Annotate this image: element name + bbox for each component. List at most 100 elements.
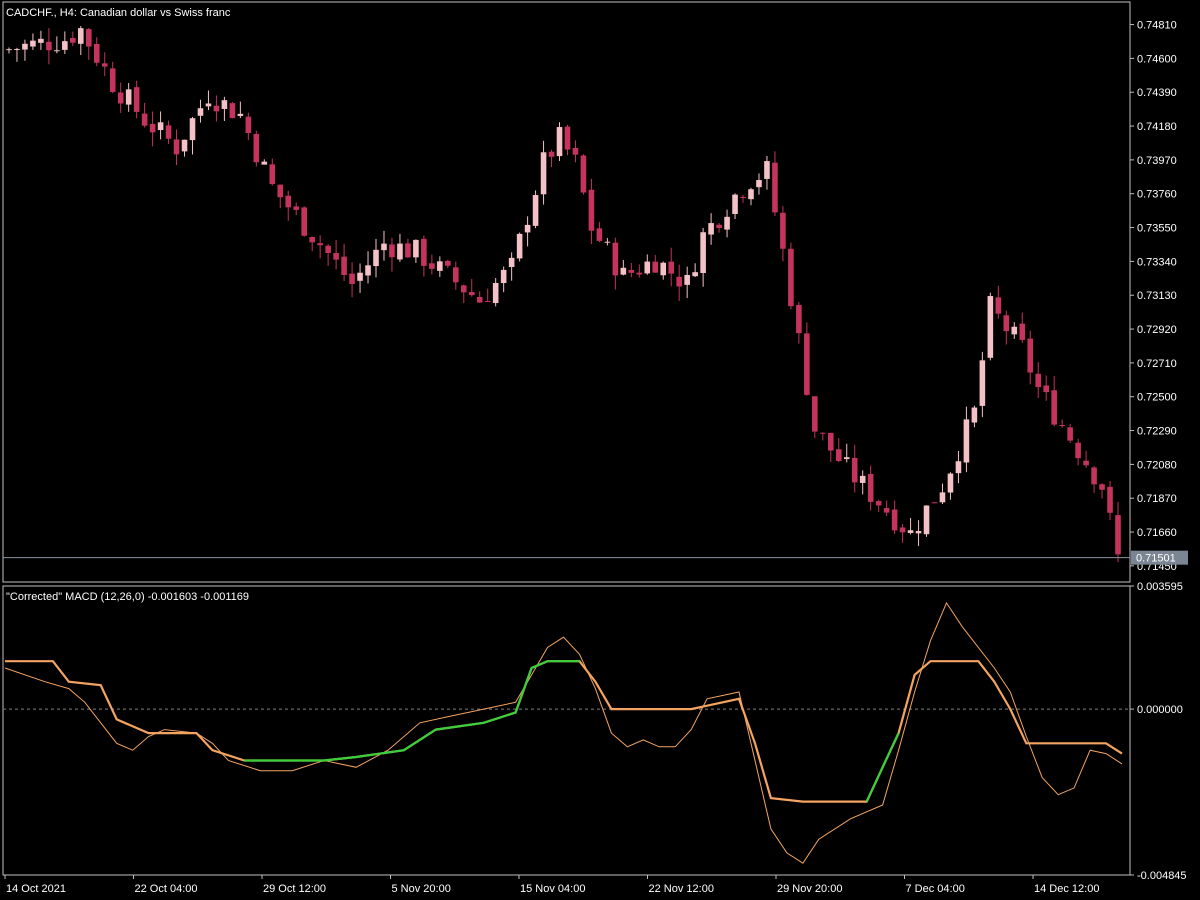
candle-body <box>867 473 874 502</box>
candle-body <box>955 461 962 474</box>
candle-body <box>70 38 76 43</box>
candle-body <box>532 195 539 226</box>
candle-body <box>756 180 762 188</box>
candle <box>804 322 810 396</box>
candle-body <box>851 457 858 483</box>
macd-title: "Corrected" MACD (12,26,0) -0.001603 -0.… <box>6 591 249 603</box>
candle-body <box>229 103 236 119</box>
candle-body <box>516 233 523 259</box>
candle-body <box>405 243 411 258</box>
candle-body <box>293 206 300 210</box>
candle-body <box>38 38 44 43</box>
candle-body <box>971 407 978 423</box>
time-tick-label: 29 Nov 20:00 <box>777 883 842 895</box>
candle-body <box>572 148 579 155</box>
candle-body <box>636 272 643 275</box>
candle-body <box>748 189 754 200</box>
candle-body <box>548 151 555 157</box>
candle-body <box>788 248 794 307</box>
time-tick-label: 7 Dec 04:00 <box>906 883 965 895</box>
price-chart-title: CADCHF., H4: Canadian dollar vs Swiss fr… <box>6 7 231 19</box>
candle-body <box>14 48 20 50</box>
candle-body <box>253 133 260 163</box>
candle-body <box>644 261 651 274</box>
candle-body <box>883 508 890 513</box>
candle-body <box>341 256 347 275</box>
candle-body <box>6 49 12 51</box>
candle-body <box>740 196 746 199</box>
candle-body <box>1027 338 1034 373</box>
chart-background <box>0 0 1200 900</box>
candle-body <box>1051 390 1057 425</box>
candle-body <box>995 297 1002 314</box>
candle-body <box>732 194 738 214</box>
candle-body <box>309 237 315 243</box>
candle-body <box>780 212 786 249</box>
candle-body <box>357 272 363 281</box>
candle-body <box>540 152 547 195</box>
candle-body <box>157 122 164 131</box>
candle-body <box>708 223 714 235</box>
candle-body <box>580 155 587 193</box>
candle <box>556 122 563 161</box>
candle-body <box>437 261 443 271</box>
candle-body <box>827 432 834 451</box>
candle-body <box>349 273 355 285</box>
candle-body <box>269 164 276 185</box>
candle-body <box>764 161 770 179</box>
candle-body <box>1091 467 1097 485</box>
candle-body <box>596 228 603 241</box>
price-tick-label: 0.73130 <box>1137 290 1177 302</box>
candle-body <box>62 41 68 50</box>
time-tick-label: 5 Nov 20:00 <box>392 883 451 895</box>
candle-body <box>381 243 387 251</box>
candle-body <box>1035 373 1042 388</box>
candle-body <box>987 296 994 358</box>
candle-body <box>1011 326 1018 335</box>
candle-body <box>261 161 268 165</box>
candle-body <box>413 239 419 258</box>
candle-body <box>141 113 148 126</box>
candle-body <box>931 502 938 504</box>
candle-body <box>812 396 818 432</box>
candle-body <box>891 509 898 531</box>
candle-body <box>189 118 196 141</box>
candle-body <box>373 249 379 267</box>
candle-body <box>1107 486 1113 513</box>
price-tick-label: 0.74180 <box>1137 121 1177 133</box>
candle-body <box>628 269 635 273</box>
candle-body <box>1099 484 1105 490</box>
candle-body <box>524 224 531 233</box>
candle-body <box>389 244 395 258</box>
candle-body <box>22 43 28 50</box>
candle-body <box>237 113 244 116</box>
candle-body <box>947 473 954 493</box>
candle-body <box>1083 460 1089 466</box>
candle <box>229 101 236 119</box>
time-tick-label: 14 Dec 12:00 <box>1034 883 1099 895</box>
candle <box>987 292 994 361</box>
price-tick-label: 0.72710 <box>1137 358 1177 370</box>
price-tick-label: 0.74810 <box>1137 20 1177 32</box>
candle <box>580 154 587 195</box>
candle-body <box>285 195 292 208</box>
candle-body <box>899 527 906 533</box>
time-tick-label: 15 Nov 04:00 <box>520 883 585 895</box>
candle-body <box>101 63 108 67</box>
candle-body <box>692 272 698 277</box>
candle-body <box>804 333 810 395</box>
candle-body <box>604 241 611 243</box>
candle-body <box>923 505 930 535</box>
candle-body <box>684 274 690 285</box>
price-tick-label: 0.74390 <box>1137 87 1177 99</box>
candle-body <box>445 260 451 266</box>
candle-body <box>652 261 659 273</box>
macd-tick-label: 0.003595 <box>1137 581 1183 593</box>
candle-body <box>429 263 435 269</box>
price-tick-label: 0.73340 <box>1137 256 1177 268</box>
trading-chart[interactable]: 0.74810 0.74600 0.74390 0.74180 0.73970 0.737… <box>0 0 1200 900</box>
candle-body <box>165 125 172 139</box>
candle-body <box>1059 424 1065 426</box>
candle-body <box>1019 323 1026 340</box>
price-tick-label: 0.74600 <box>1137 53 1177 65</box>
